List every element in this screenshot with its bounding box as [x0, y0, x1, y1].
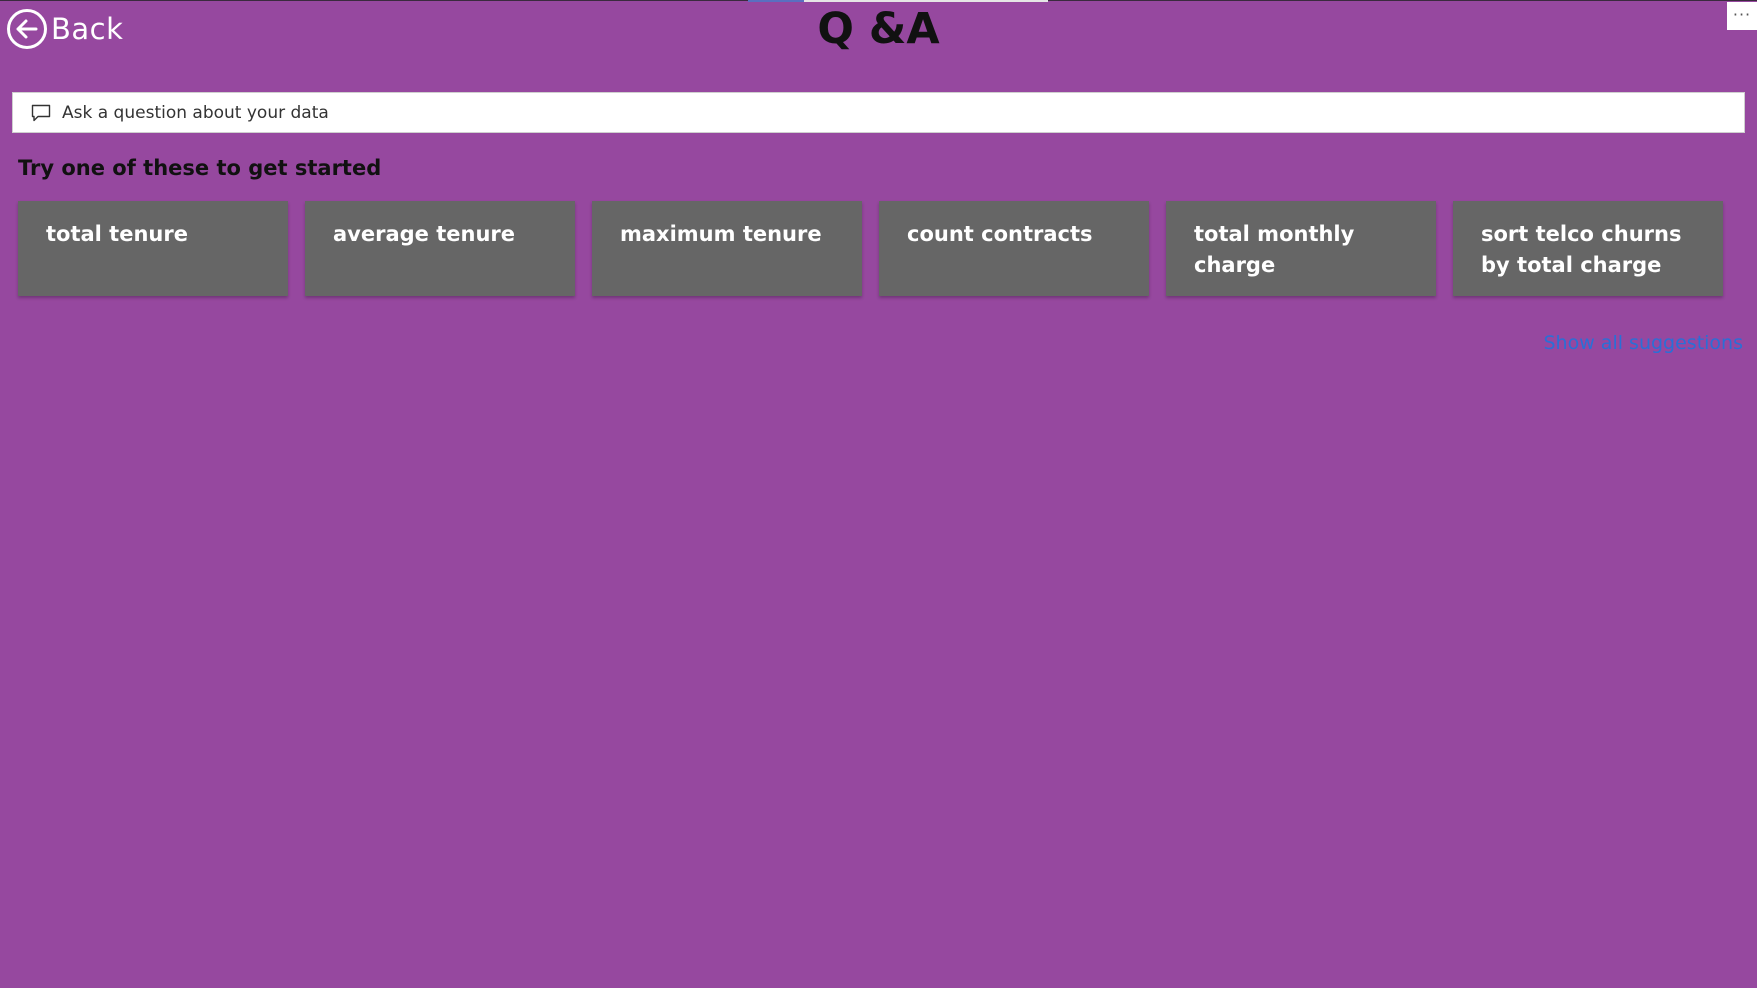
suggestion-card[interactable]: total tenure	[18, 201, 288, 296]
suggestion-card[interactable]: total monthly charge	[1166, 201, 1436, 296]
suggestion-card-label: sort telco churns by total charge	[1481, 222, 1682, 277]
suggestion-card[interactable]: average tenure	[305, 201, 575, 296]
question-search-box[interactable]	[12, 92, 1745, 133]
suggestion-card-label: count contracts	[907, 222, 1093, 246]
suggestion-card-label: total tenure	[46, 222, 188, 246]
suggestions-heading: Try one of these to get started	[18, 156, 382, 180]
suggestion-card-label: maximum tenure	[620, 222, 822, 246]
speech-bubble-icon	[30, 102, 52, 124]
top-accent-white	[804, 0, 1048, 2]
question-input[interactable]	[60, 93, 1744, 132]
suggestion-card[interactable]: sort telco churns by total charge	[1453, 201, 1723, 296]
show-all-suggestions-link[interactable]: Show all suggestions	[1544, 332, 1744, 354]
suggestion-card[interactable]: maximum tenure	[592, 201, 862, 296]
qna-page: Back Q &A ··· Try one of these to get st…	[0, 0, 1757, 988]
more-options-button[interactable]: ···	[1727, 2, 1757, 30]
suggestion-card[interactable]: count contracts	[879, 201, 1149, 296]
suggestion-cards: total tenure average tenure maximum tenu…	[18, 201, 1723, 296]
ellipsis-icon: ···	[1732, 5, 1752, 24]
suggestion-card-label: average tenure	[333, 222, 515, 246]
suggestion-card-label: total monthly charge	[1194, 222, 1355, 277]
top-accent-blue	[748, 0, 804, 2]
page-title: Q &A	[817, 4, 940, 54]
